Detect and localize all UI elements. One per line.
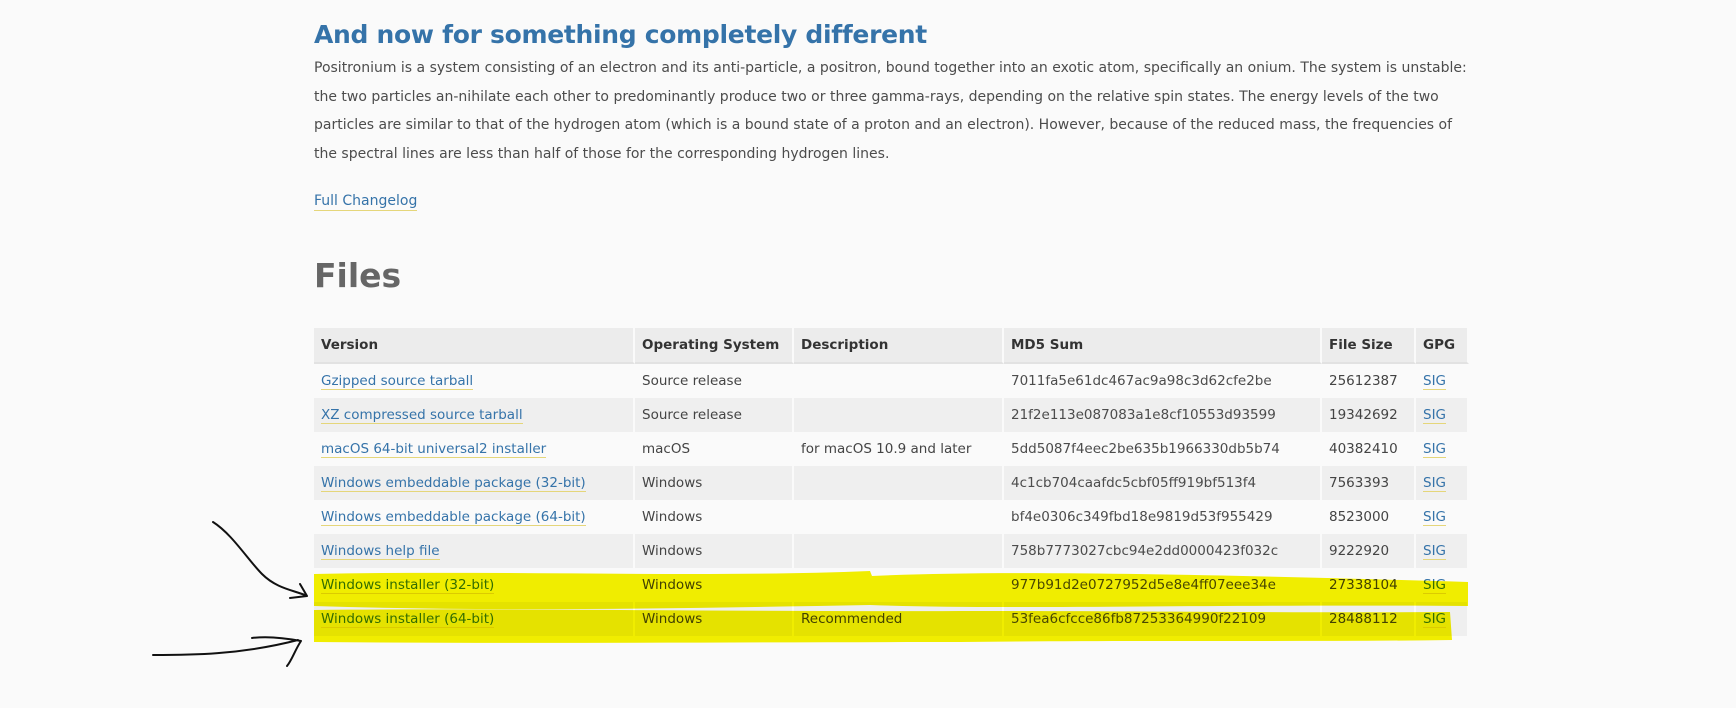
sig-link[interactable]: SIG (1423, 577, 1447, 594)
sig-link[interactable]: SIG (1423, 543, 1447, 560)
description-cell (794, 568, 1004, 602)
os-cell: Windows (635, 500, 794, 534)
table-header-row: Version Operating System Description MD5… (314, 328, 1469, 364)
table-row: Windows embeddable package (32-bit) Wind… (314, 466, 1469, 500)
arrow-64bit-installer (152, 636, 302, 667)
description-cell (794, 500, 1004, 534)
sig-link[interactable]: SIG (1423, 509, 1447, 526)
download-link[interactable]: Windows embeddable package (64-bit) (321, 509, 586, 526)
column-header-file-size: File Size (1322, 328, 1416, 364)
os-cell: Source release (635, 364, 794, 398)
os-cell: Source release (635, 398, 794, 432)
os-cell: Windows (635, 534, 794, 568)
os-cell: Windows (635, 568, 794, 602)
column-header-os: Operating System (635, 328, 794, 364)
description-cell (794, 534, 1004, 568)
files-table: Version Operating System Description MD5… (314, 328, 1469, 636)
download-link[interactable]: Windows installer (64-bit) (321, 611, 495, 628)
sig-link[interactable]: SIG (1423, 441, 1447, 458)
description-cell (794, 364, 1004, 398)
section-paragraph: Positronium is a system consisting of an… (314, 60, 1467, 162)
table-row: Windows embeddable package (64-bit) Wind… (314, 500, 1469, 534)
download-link[interactable]: XZ compressed source tarball (321, 407, 523, 424)
arrow-32bit-installer (212, 521, 308, 599)
table-row: Windows installer (64-bit) Windows Recom… (314, 602, 1469, 636)
md5-cell: 758b7773027cbc94e2dd0000423f032c (1004, 534, 1322, 568)
size-cell: 7563393 (1322, 466, 1416, 500)
download-link[interactable]: Gzipped source tarball (321, 373, 474, 390)
sig-link[interactable]: SIG (1423, 373, 1447, 390)
size-cell: 40382410 (1322, 432, 1416, 466)
os-cell: Windows (635, 602, 794, 636)
description-cell: Recommended (794, 602, 1004, 636)
table-row: XZ compressed source tarball Source rele… (314, 398, 1469, 432)
size-cell: 28488112 (1322, 602, 1416, 636)
md5-cell: 977b91d2e0727952d5e8e4ff07eee34e (1004, 568, 1322, 602)
size-cell: 9222920 (1322, 534, 1416, 568)
table-row: Windows help file Windows 758b7773027cbc… (314, 534, 1469, 568)
size-cell: 8523000 (1322, 500, 1416, 534)
sig-link[interactable]: SIG (1423, 611, 1447, 628)
size-cell: 25612387 (1322, 364, 1416, 398)
table-row: Gzipped source tarball Source release 70… (314, 364, 1469, 398)
description-cell (794, 398, 1004, 432)
md5-cell: 4c1cb704caafdc5cbf05ff919bf513f4 (1004, 466, 1322, 500)
sig-link[interactable]: SIG (1423, 407, 1447, 424)
section-title: And now for something completely differe… (314, 20, 927, 49)
column-header-gpg: GPG (1416, 328, 1469, 364)
md5-cell: 7011fa5e61dc467ac9a98c3d62cfe2be (1004, 364, 1322, 398)
download-link[interactable]: Windows help file (321, 543, 440, 560)
description-cell (794, 466, 1004, 500)
os-cell: macOS (635, 432, 794, 466)
md5-cell: 53fea6cfcce86fb87253364990f22109 (1004, 602, 1322, 636)
full-changelog-link[interactable]: Full Changelog (314, 192, 418, 211)
download-link[interactable]: Windows embeddable package (32-bit) (321, 475, 586, 492)
column-header-version: Version (314, 328, 635, 364)
files-heading: Files (314, 256, 402, 295)
table-row: macOS 64-bit universal2 installer macOS … (314, 432, 1469, 466)
md5-cell: 5dd5087f4eec2be635b1966330db5b74 (1004, 432, 1322, 466)
size-cell: 19342692 (1322, 398, 1416, 432)
md5-cell: bf4e0306c349fbd18e9819d53f955429 (1004, 500, 1322, 534)
column-header-description: Description (794, 328, 1004, 364)
column-header-md5: MD5 Sum (1004, 328, 1322, 364)
os-cell: Windows (635, 466, 794, 500)
table-row: Windows installer (32-bit) Windows 977b9… (314, 568, 1469, 602)
md5-cell: 21f2e113e087083a1e8cf10553d93599 (1004, 398, 1322, 432)
size-cell: 27338104 (1322, 568, 1416, 602)
sig-link[interactable]: SIG (1423, 475, 1447, 492)
description-cell: for macOS 10.9 and later (794, 432, 1004, 466)
download-link[interactable]: macOS 64-bit universal2 installer (321, 441, 547, 458)
download-link[interactable]: Windows installer (32-bit) (321, 577, 495, 594)
